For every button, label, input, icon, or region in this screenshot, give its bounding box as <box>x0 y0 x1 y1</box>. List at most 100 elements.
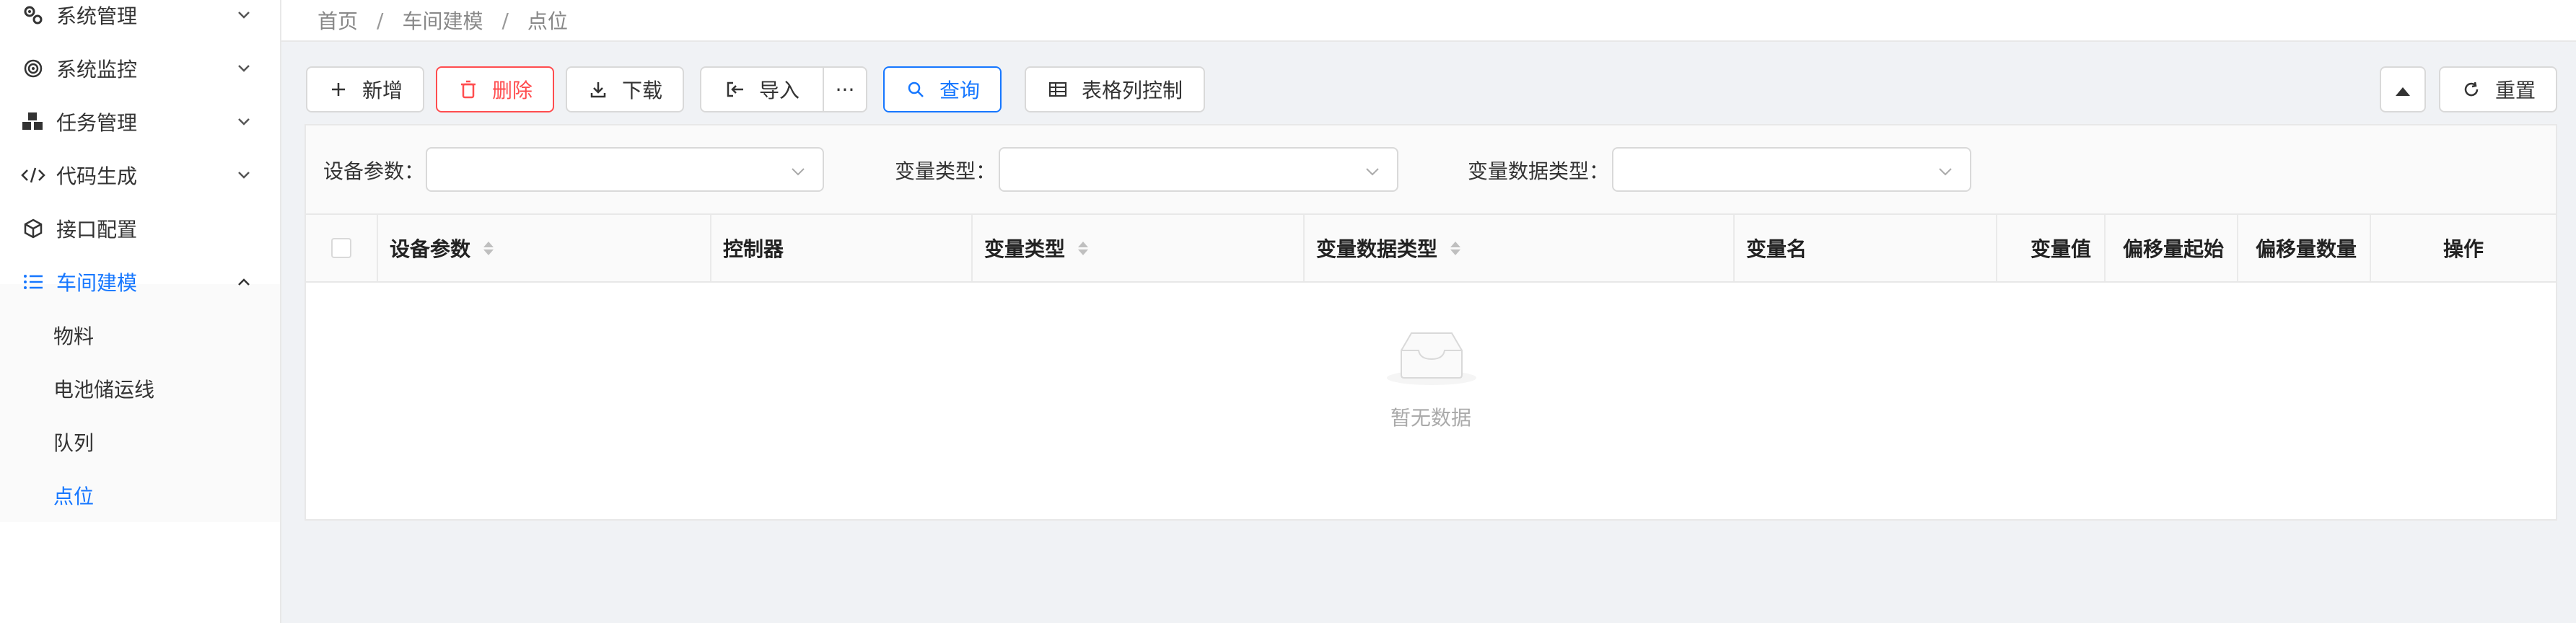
column-header-label: 设备参数 <box>390 237 471 261</box>
sidebar-subitem-label: 点位 <box>53 485 95 508</box>
delete-button[interactable]: 删除 <box>436 66 554 112</box>
device-param-label: 设备参数： <box>323 159 425 183</box>
sort-icon[interactable] <box>483 241 494 255</box>
chevron-down-icon <box>1937 162 1954 179</box>
code-icon <box>20 162 46 188</box>
breadcrumb-current: 点位 <box>527 9 568 33</box>
search-icon <box>905 79 926 100</box>
import-icon <box>724 79 746 100</box>
sidebar-item-label: 系统管理 <box>56 4 138 28</box>
sidebar-item-system-monitor[interactable]: 系统监控 <box>0 42 280 95</box>
breadcrumb-separator: / <box>377 8 384 32</box>
list-icon <box>20 269 46 295</box>
caret-up-icon <box>2395 78 2411 102</box>
column-control-button[interactable]: 表格列控制 <box>1025 66 1205 112</box>
column-header-actions: 操作 <box>2371 215 2556 281</box>
chevron-up-icon <box>234 272 254 292</box>
device-param-select[interactable] <box>426 147 824 192</box>
refresh-icon <box>2461 79 2482 100</box>
add-button[interactable]: 新增 <box>306 66 424 112</box>
sidebar-subitem-queue[interactable]: 队列 <box>0 415 280 469</box>
monitor-target-icon <box>20 56 46 81</box>
sort-icon[interactable] <box>1078 241 1089 255</box>
var-type-label: 变量类型： <box>895 159 996 183</box>
column-header-label: 变量数据类型 <box>1316 237 1438 261</box>
column-header-label: 变量值 <box>2030 237 2091 261</box>
chevron-down-icon <box>234 112 254 132</box>
sidebar-subitem-label: 物料 <box>53 324 95 348</box>
sidebar-item-interface-config[interactable]: 接口配置 <box>0 202 280 255</box>
column-header-label: 控制器 <box>723 237 784 261</box>
column-header-label: 偏移量数量 <box>2255 237 2357 261</box>
var-data-type-label: 变量数据类型： <box>1468 159 1610 183</box>
sidebar-item-label: 接口配置 <box>56 218 138 242</box>
import-button[interactable]: 导入 <box>700 66 824 112</box>
column-control-button-label: 表格列控制 <box>1081 79 1183 102</box>
column-header-offset-count: 偏移量数量 <box>2238 215 2371 281</box>
sidebar-item-label: 系统监控 <box>56 58 138 81</box>
sidebar-subitem-point[interactable]: 点位 <box>0 469 280 522</box>
download-button-label: 下载 <box>621 79 662 102</box>
column-header-device-param[interactable]: 设备参数 <box>378 215 711 281</box>
var-data-type-select[interactable] <box>1612 147 1971 192</box>
breadcrumb: 首页 / 车间建模 / 点位 <box>281 0 2576 42</box>
column-header-label: 变量名 <box>1746 237 1808 261</box>
add-button-label: 新增 <box>362 79 403 102</box>
import-button-label: 导入 <box>758 79 799 102</box>
download-button[interactable]: 下载 <box>566 66 684 112</box>
select-all-checkbox[interactable] <box>331 238 351 258</box>
download-icon <box>587 79 609 100</box>
chevron-down-icon <box>234 165 254 185</box>
empty-inbox-icon <box>1385 327 1478 392</box>
table-header: 设备参数 控制器 变量类型 变量数据类型 变量名 变量值 偏移量起始 偏移量数量… <box>306 215 2556 283</box>
sidebar-item-label: 代码生成 <box>56 164 138 188</box>
sidebar-item-system-management[interactable]: 系统管理 <box>0 0 280 42</box>
query-button[interactable]: 查询 <box>883 66 1002 112</box>
cube-icon <box>20 216 46 242</box>
sidebar-item-task-management[interactable]: 任务管理 <box>0 95 280 149</box>
plus-icon <box>328 79 349 100</box>
sidebar-item-workshop-modeling[interactable]: 车间建模 <box>0 255 280 309</box>
sidebar-subitem-label: 队列 <box>53 431 95 455</box>
trash-icon <box>457 79 479 100</box>
collapse-button[interactable] <box>2380 66 2426 112</box>
column-header-var-value: 变量值 <box>1997 215 2106 281</box>
var-type-select[interactable] <box>999 147 1398 192</box>
query-button-label: 查询 <box>939 79 980 102</box>
filter-bar: 设备参数： 变量类型： 变量数据类型： <box>306 125 2556 215</box>
sort-icon[interactable] <box>1450 241 1461 255</box>
breadcrumb-separator: / <box>501 8 509 32</box>
column-header-label: 变量类型 <box>984 237 1066 261</box>
sidebar: 系统管理 系统监控 任务管理 代码生成 接口配置 车间建模 物料 电池储运线 队… <box>0 0 281 623</box>
column-header-var-data-type[interactable]: 变量数据类型 <box>1305 215 1735 281</box>
column-header-var-name: 变量名 <box>1735 215 1997 281</box>
sidebar-subitem-battery-line[interactable]: 电池储运线 <box>0 362 280 415</box>
sidebar-item-label: 任务管理 <box>56 111 138 135</box>
column-header-label: 偏移量起始 <box>2122 237 2224 261</box>
select-all-cell <box>306 215 378 281</box>
column-header-offset-start: 偏移量起始 <box>2106 215 2238 281</box>
reset-button-label: 重置 <box>2494 79 2536 102</box>
sidebar-item-code-generation[interactable]: 代码生成 <box>0 149 280 202</box>
more-icon: ··· <box>835 77 855 102</box>
table-icon <box>1047 79 1069 100</box>
delete-button-label: 删除 <box>491 79 533 102</box>
reset-button[interactable]: 重置 <box>2439 66 2557 112</box>
data-panel: 设备参数： 变量类型： 变量数据类型： 设备参数 控制器 变量类型 变量数据类型… <box>305 124 2557 521</box>
more-button[interactable]: ··· <box>823 66 867 112</box>
chevron-down-icon <box>234 5 254 25</box>
empty-state: 暂无数据 <box>306 283 2556 521</box>
sidebar-subitem-material[interactable]: 物料 <box>0 309 280 362</box>
tasks-cubes-icon <box>20 109 46 135</box>
column-header-var-type[interactable]: 变量类型 <box>973 215 1305 281</box>
sidebar-item-label: 车间建模 <box>56 271 138 295</box>
breadcrumb-workshop-modeling[interactable]: 车间建模 <box>402 6 483 35</box>
breadcrumb-home[interactable]: 首页 <box>317 6 358 35</box>
empty-text: 暂无数据 <box>1390 406 1471 430</box>
chevron-down-icon <box>234 58 254 79</box>
column-header-controller: 控制器 <box>711 215 973 281</box>
chevron-down-icon <box>1364 162 1381 179</box>
chevron-down-icon <box>789 162 807 179</box>
sidebar-subitem-label: 电池储运线 <box>53 378 155 402</box>
column-header-label: 操作 <box>2443 237 2484 261</box>
